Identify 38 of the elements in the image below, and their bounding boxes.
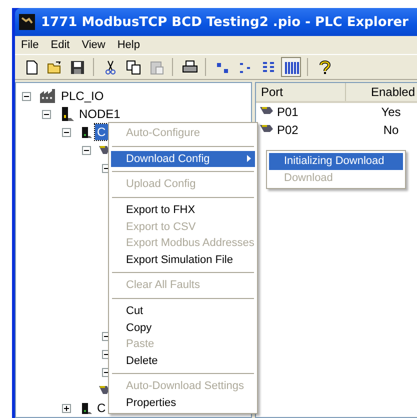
- collapse-toggle[interactable]: [22, 92, 31, 100]
- menu-item[interactable]: Properties: [111, 394, 255, 412]
- menu-item[interactable]: Export to FHX: [111, 202, 255, 218]
- expand-toggle[interactable]: [62, 404, 71, 412]
- table-cell-text: No: [382, 123, 400, 137]
- module-icon: [79, 400, 93, 416]
- tree-item[interactable]: C: [95, 124, 108, 140]
- table-cell: P01: [277, 105, 298, 119]
- table-cell: P02: [277, 123, 298, 137]
- menu-bar-item[interactable]: File: [15, 39, 45, 51]
- factory-icon: [39, 88, 57, 104]
- menu-item[interactable]: Copy: [111, 319, 255, 336]
- menu-item[interactable]: Export Simulation File: [111, 252, 255, 268]
- toolbar-button[interactable]: [281, 57, 301, 77]
- copy-icon: [124, 58, 142, 76]
- menu-item[interactable]: Download Config: [111, 150, 255, 168]
- rack-icon: [59, 106, 75, 122]
- tree-item[interactable]: C: [95, 400, 108, 416]
- collapse-toggle[interactable]: [62, 128, 71, 136]
- collapse-toggle[interactable]: [42, 110, 51, 118]
- app-icon: [19, 14, 35, 30]
- menu-bar-item[interactable]: View: [76, 39, 112, 51]
- menu-item[interactable]: Initializing Download: [269, 153, 403, 170]
- window-title: 1771 ModbusTCP BCD Testing2 .pio - PLC Explorer: [41, 14, 408, 30]
- column-header[interactable]: Port: [256, 83, 346, 101]
- tree-item[interactable]: NODE1: [77, 106, 122, 122]
- column-header[interactable]: Enabled: [346, 83, 417, 101]
- paste-icon: [148, 58, 164, 76]
- collapse-toggle[interactable]: [82, 146, 91, 154]
- menu-bar-item[interactable]: Edit: [44, 39, 76, 51]
- menu-item[interactable]: Delete: [111, 352, 255, 370]
- menu-bar-item[interactable]: Help: [111, 39, 146, 51]
- tree-item[interactable]: PLC_IO: [59, 88, 106, 104]
- open-folder-icon: [46, 58, 62, 76]
- module-icon: [79, 124, 93, 140]
- table-cell-text: Yes: [380, 105, 402, 119]
- menu-item[interactable]: Cut: [111, 302, 255, 320]
- printer-icon: [180, 58, 198, 76]
